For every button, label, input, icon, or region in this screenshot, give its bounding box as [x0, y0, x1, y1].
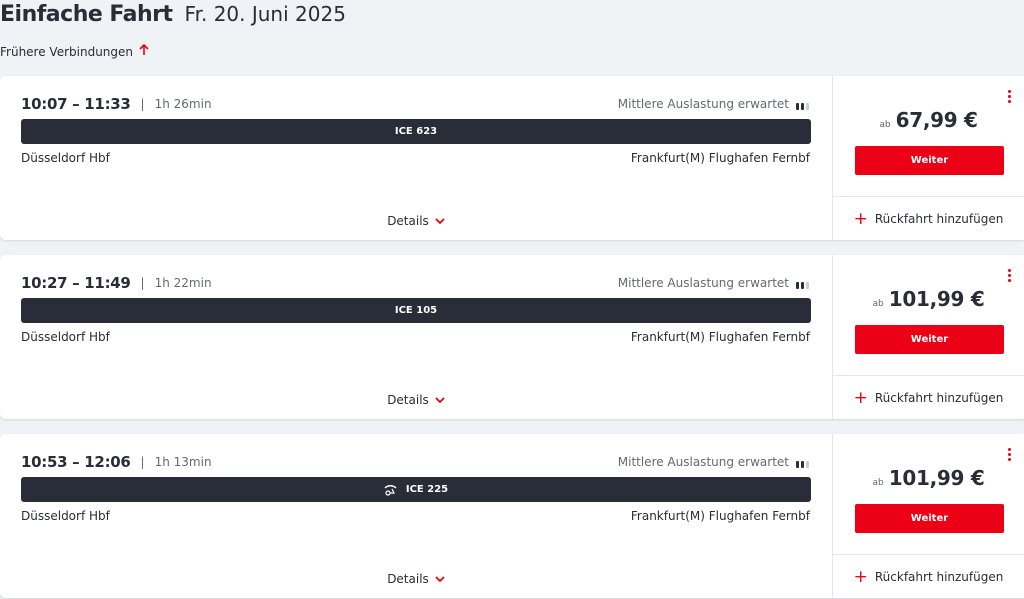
price-prefix: ab — [872, 299, 884, 309]
details-toggle[interactable]: Details — [0, 393, 832, 407]
earlier-connections-label: Frühere Verbindungen — [0, 44, 134, 59]
connection-card[interactable]: 10:07 – 11:33 | 1h 26min Mittlere Auslas… — [0, 76, 1024, 240]
train-bar[interactable]: ICE 623 — [21, 119, 811, 144]
details-toggle[interactable]: Details — [0, 572, 832, 586]
price: ab 67,99 € — [833, 108, 1024, 132]
occupancy-info: Mittlere Auslastung erwartet — [618, 455, 810, 469]
occupancy-info: Mittlere Auslastung erwartet — [618, 97, 810, 111]
time-range: 10:27 – 11:49 — [21, 274, 131, 292]
departure-station: Düsseldorf Hbf — [21, 509, 110, 523]
connection-card[interactable]: 10:27 – 11:49 | 1h 22min Mittlere Auslas… — [0, 255, 1024, 419]
details-toggle[interactable]: Details — [0, 214, 832, 228]
time-range: 10:53 – 12:06 — [21, 453, 131, 471]
arrival-station: Frankfurt(M) Flughafen Fernbf — [630, 509, 810, 523]
departure-station: Düsseldorf Hbf — [21, 330, 110, 344]
train-bar[interactable]: ICE 105 — [21, 298, 811, 323]
details-label: Details — [387, 572, 429, 586]
occupancy-info: Mittlere Auslastung erwartet — [618, 276, 810, 290]
add-return-button[interactable]: + Rückfahrt hinzufügen — [833, 196, 1024, 241]
details-label: Details — [387, 393, 429, 407]
time-info: 10:07 – 11:33 | 1h 26min — [21, 95, 212, 113]
add-return-label: Rückfahrt hinzufügen — [874, 391, 1004, 405]
add-return-button[interactable]: + Rückfahrt hinzufügen — [833, 375, 1024, 420]
plus-icon: + — [853, 566, 868, 587]
arrival-station: Frankfurt(M) Flughafen Fernbf — [630, 151, 810, 165]
continue-button[interactable]: Weiter — [855, 504, 1004, 533]
connection-card[interactable]: 10:53 – 12:06 | 1h 13min Mittlere Auslas… — [0, 434, 1024, 598]
occupancy-label: Mittlere Auslastung erwartet — [617, 455, 789, 469]
time-info: 10:27 – 11:49 | 1h 22min — [21, 274, 212, 292]
stations: Düsseldorf Hbf Frankfurt(M) Flughafen Fe… — [21, 330, 810, 344]
time-range: 10:07 – 11:33 — [21, 95, 131, 113]
page-header: Einfache Fahrt Fr. 20. Juni 2025 — [0, 2, 346, 32]
travel-date: Fr. 20. Juni 2025 — [184, 2, 346, 26]
chevron-down-icon — [435, 575, 445, 582]
arrow-up-icon — [139, 43, 149, 59]
chevron-down-icon — [435, 217, 445, 224]
more-options-icon[interactable] — [1008, 448, 1012, 463]
occupancy-label: Mittlere Auslastung erwartet — [617, 97, 789, 111]
earlier-connections-link[interactable]: Frühere Verbindungen — [0, 43, 149, 59]
more-options-icon[interactable] — [1008, 90, 1012, 105]
time-info: 10:53 – 12:06 | 1h 13min — [21, 453, 212, 471]
stations: Düsseldorf Hbf Frankfurt(M) Flughafen Fe… — [21, 509, 810, 523]
add-return-button[interactable]: + Rückfahrt hinzufügen — [833, 554, 1024, 599]
stations: Düsseldorf Hbf Frankfurt(M) Flughafen Fe… — [21, 151, 810, 165]
duration: 1h 26min — [154, 97, 212, 111]
add-return-label: Rückfahrt hinzufügen — [874, 212, 1004, 226]
add-return-label: Rückfahrt hinzufügen — [874, 570, 1004, 584]
occupancy-label: Mittlere Auslastung erwartet — [617, 276, 789, 290]
bike-reservation-icon — [384, 484, 397, 496]
price: ab 101,99 € — [833, 287, 1024, 311]
train-name: ICE 225 — [405, 484, 449, 495]
price-prefix: ab — [879, 120, 891, 130]
details-label: Details — [387, 214, 429, 228]
page-title: Einfache Fahrt — [0, 2, 173, 27]
continue-button[interactable]: Weiter — [855, 146, 1004, 175]
duration: 1h 13min — [154, 455, 212, 469]
departure-station: Düsseldorf Hbf — [21, 151, 110, 165]
plus-icon: + — [853, 387, 868, 408]
price-value: 67,99 € — [895, 108, 978, 132]
train-name: ICE 105 — [394, 305, 438, 316]
train-bar[interactable]: ICE 225 — [21, 477, 811, 502]
more-options-icon[interactable] — [1008, 269, 1012, 284]
occupancy-icon — [796, 457, 810, 468]
continue-button[interactable]: Weiter — [855, 325, 1004, 354]
occupancy-icon — [796, 278, 810, 289]
occupancy-icon — [796, 99, 810, 110]
price: ab 101,99 € — [833, 466, 1024, 490]
chevron-down-icon — [435, 396, 445, 403]
price-value: 101,99 € — [888, 466, 985, 490]
arrival-station: Frankfurt(M) Flughafen Fernbf — [630, 330, 810, 344]
price-value: 101,99 € — [888, 287, 985, 311]
plus-icon: + — [853, 208, 868, 229]
price-prefix: ab — [872, 478, 884, 488]
duration: 1h 22min — [154, 276, 212, 290]
train-name: ICE 623 — [394, 126, 438, 137]
